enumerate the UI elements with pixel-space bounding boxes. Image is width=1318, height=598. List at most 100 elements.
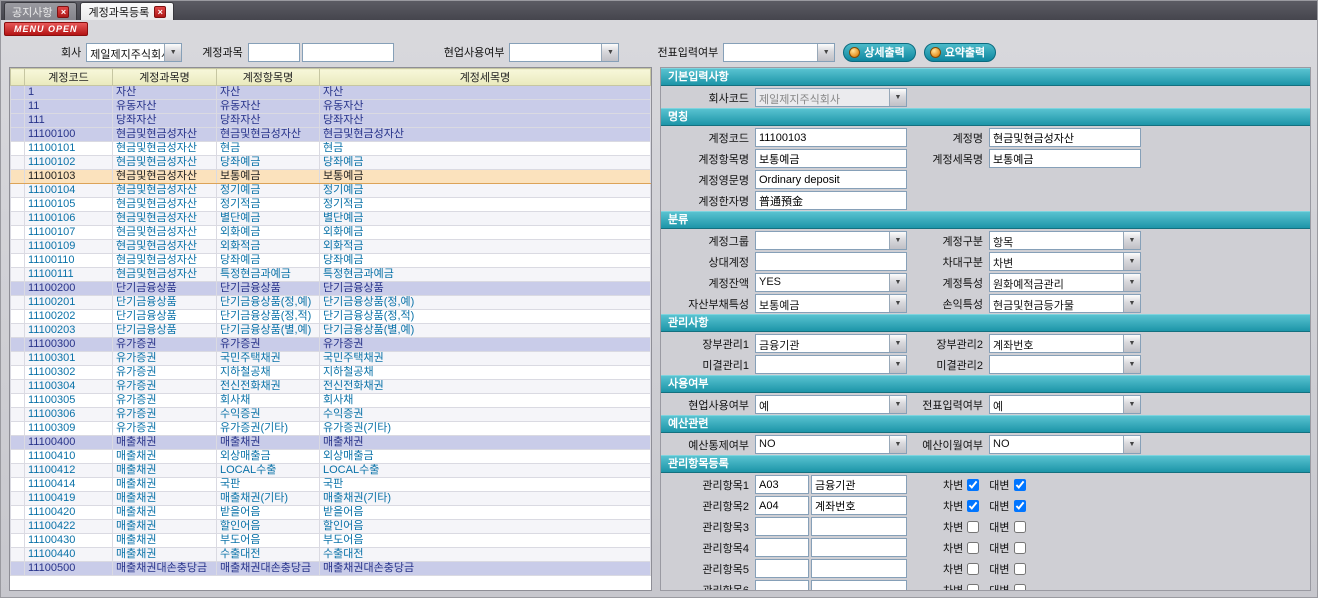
chevron-down-icon[interactable]: ▼ <box>164 44 181 61</box>
row-selector-cell[interactable] <box>11 268 25 282</box>
row-selector-cell[interactable] <box>11 394 25 408</box>
account-name-input[interactable] <box>989 128 1141 147</box>
row-selector-cell[interactable] <box>11 142 25 156</box>
mgmt-item-code-input[interactable] <box>755 559 809 578</box>
mgmt-item-code-input[interactable] <box>755 517 809 536</box>
table-row[interactable]: 11100100현금및현금성자산현금및현금성자산현금및현금성자산 <box>11 128 651 142</box>
mgmt-item-code-input[interactable] <box>755 580 809 591</box>
chevron-down-icon[interactable]: ▼ <box>1123 232 1140 249</box>
hanja-name-input[interactable] <box>755 191 907 210</box>
summary-print-button[interactable]: 요약출력 <box>924 43 996 62</box>
credit-checkbox[interactable] <box>1014 479 1026 491</box>
chevron-down-icon[interactable]: ▼ <box>889 356 906 373</box>
ledger-mgmt2-select[interactable]: 계좌번호 ▼ <box>989 334 1141 353</box>
credit-checkbox[interactable] <box>1014 542 1026 554</box>
table-row[interactable]: 11100410매출채권외상매출금외상매출금 <box>11 450 651 464</box>
chevron-down-icon[interactable]: ▼ <box>1123 436 1140 453</box>
row-selector-cell[interactable] <box>11 156 25 170</box>
row-selector-cell[interactable] <box>11 562 25 576</box>
pending-mgmt2-select[interactable]: ▼ <box>989 355 1141 374</box>
table-row[interactable]: 11100302유가증권지하철공채지하철공채 <box>11 366 651 380</box>
table-row[interactable]: 11100300유가증권유가증권유가증권 <box>11 338 651 352</box>
row-selector-cell[interactable] <box>11 478 25 492</box>
english-name-input[interactable] <box>755 170 907 189</box>
slip-input-filter-select[interactable]: ▼ <box>723 43 835 62</box>
chevron-down-icon[interactable]: ▼ <box>889 232 906 249</box>
row-selector-cell[interactable] <box>11 492 25 506</box>
table-row[interactable]: 11100306유가증권수익증권수익증권 <box>11 408 651 422</box>
table-row[interactable]: 11100104현금및현금성자산정기예금정기예금 <box>11 184 651 198</box>
asset-liability-trait-select[interactable]: 보통예금 ▼ <box>755 294 907 313</box>
debit-checkbox[interactable] <box>967 563 979 575</box>
tab-notice[interactable]: 공지사항 × <box>4 2 77 20</box>
credit-checkbox[interactable] <box>1014 500 1026 512</box>
mgmt-item-code-input[interactable] <box>755 496 809 515</box>
chevron-down-icon[interactable]: ▼ <box>889 335 906 352</box>
chevron-down-icon[interactable]: ▼ <box>889 274 906 291</box>
table-row[interactable]: 11100102현금및현금성자산당좌예금당좌예금 <box>11 156 651 170</box>
chevron-down-icon[interactable]: ▼ <box>1123 356 1140 373</box>
budget-control-select[interactable]: NO ▼ <box>755 435 907 454</box>
header-account-detail[interactable]: 계정세목명 <box>320 69 651 86</box>
debit-checkbox[interactable] <box>967 521 979 533</box>
account-code-input[interactable] <box>755 128 907 147</box>
chevron-down-icon[interactable]: ▼ <box>889 436 906 453</box>
account-trait-select[interactable]: 원화예적금관리 ▼ <box>989 273 1141 292</box>
table-row[interactable]: 11100304유가증권전신전화채권전신전화채권 <box>11 380 651 394</box>
table-row[interactable]: 11100500매출채권대손충당금매출채권대손충당금매출채권대손충당금 <box>11 562 651 576</box>
row-selector-cell[interactable] <box>11 352 25 366</box>
table-row[interactable]: 11100203단기금융상품단기금융상품(별,예)단기금융상품(별,예) <box>11 324 651 338</box>
close-tab-icon[interactable]: × <box>57 6 69 18</box>
mgmt-item-code-input[interactable] <box>755 475 809 494</box>
row-selector-cell[interactable] <box>11 282 25 296</box>
chevron-down-icon[interactable]: ▼ <box>889 295 906 312</box>
table-row[interactable]: 11100201단기금융상품단기금융상품(정,예)단기금융상품(정,예) <box>11 296 651 310</box>
pending-mgmt1-select[interactable]: ▼ <box>755 355 907 374</box>
table-row[interactable]: 111당좌자산당좌자산당좌자산 <box>11 114 651 128</box>
table-row[interactable]: 11100200단기금융상품단기금융상품단기금융상품 <box>11 282 651 296</box>
row-selector-cell[interactable] <box>11 366 25 380</box>
credit-checkbox[interactable] <box>1014 563 1026 575</box>
row-selector-cell[interactable] <box>11 310 25 324</box>
table-row[interactable]: 11100202단기금융상품단기금융상품(정,적)단기금융상품(정,적) <box>11 310 651 324</box>
table-row[interactable]: 11100110현금및현금성자산당좌예금당좌예금 <box>11 254 651 268</box>
chevron-down-icon[interactable]: ▼ <box>1123 253 1140 270</box>
row-selector-cell[interactable] <box>11 100 25 114</box>
table-row[interactable]: 11100101현금및현금성자산현금현금 <box>11 142 651 156</box>
table-row[interactable]: 11100400매출채권매출채권매출채권 <box>11 436 651 450</box>
row-selector-cell[interactable] <box>11 520 25 534</box>
chevron-down-icon[interactable]: ▼ <box>601 44 618 61</box>
menu-open-button[interactable]: MENU OPEN <box>4 22 88 36</box>
table-row[interactable]: 11100107현금및현금성자산외화예금외화예금 <box>11 226 651 240</box>
row-selector-cell[interactable] <box>11 212 25 226</box>
table-row[interactable]: 11100301유가증권국민주택채권국민주택채권 <box>11 352 651 366</box>
row-selector-cell[interactable] <box>11 436 25 450</box>
budget-carryover-select[interactable]: NO ▼ <box>989 435 1141 454</box>
row-selector-cell[interactable] <box>11 240 25 254</box>
chevron-down-icon[interactable]: ▼ <box>817 44 834 61</box>
table-row[interactable]: 11100103현금및현금성자산보통예금보통예금 <box>11 170 651 184</box>
row-selector-cell[interactable] <box>11 506 25 520</box>
item-name-input[interactable] <box>755 149 907 168</box>
row-selector-cell[interactable] <box>11 226 25 240</box>
row-selector-cell[interactable] <box>11 296 25 310</box>
mgmt-item-code-input[interactable] <box>755 538 809 557</box>
detail-name-input[interactable] <box>989 149 1141 168</box>
table-row[interactable]: 1자산자산자산 <box>11 86 651 100</box>
mgmt-item-name-input[interactable] <box>811 559 907 578</box>
mgmt-item-name-input[interactable] <box>811 496 907 515</box>
row-selector-cell[interactable] <box>11 170 25 184</box>
table-row[interactable]: 11100422매출채권할인어음할인어음 <box>11 520 651 534</box>
debit-checkbox[interactable] <box>967 584 979 592</box>
mgmt-item-name-input[interactable] <box>811 475 907 494</box>
profit-loss-trait-select[interactable]: 현금및현금등가물 ▼ <box>989 294 1141 313</box>
row-selector-cell[interactable] <box>11 534 25 548</box>
row-selector-cell[interactable] <box>11 254 25 268</box>
mgmt-item-name-input[interactable] <box>811 538 907 557</box>
row-selector-cell[interactable] <box>11 198 25 212</box>
row-selector-cell[interactable] <box>11 450 25 464</box>
field-use-filter-select[interactable]: ▼ <box>509 43 619 62</box>
debit-checkbox[interactable] <box>967 500 979 512</box>
header-account-item[interactable]: 계정항목명 <box>217 69 320 86</box>
debit-checkbox[interactable] <box>967 542 979 554</box>
